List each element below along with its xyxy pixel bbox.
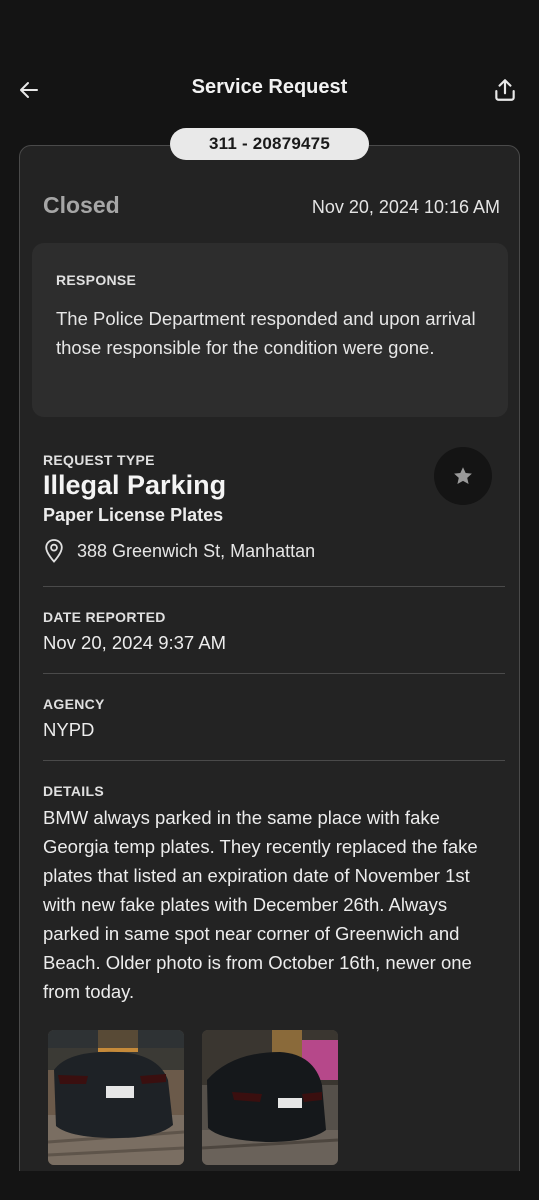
share-button[interactable] — [487, 72, 523, 108]
request-id-badge: 311 - 20879475 — [170, 128, 369, 160]
status-timestamp: Nov 20, 2024 10:16 AM — [311, 197, 500, 217]
request-type-label: REQUEST TYPE — [43, 452, 155, 468]
address-text: 388 Greenwich St, Manhattan — [77, 540, 316, 561]
location-pin-icon — [45, 539, 63, 563]
screen: Service Request 311 - 20879475 Closed No… — [0, 0, 539, 1200]
details-text: BMW always parked in the same place with… — [43, 807, 478, 1002]
page-title: Service Request — [191, 76, 348, 98]
car-photo-image — [202, 1030, 338, 1165]
request-type-title: Illegal Parking — [43, 470, 227, 500]
response-panel: RESPONSE The Police Department responded… — [32, 243, 508, 417]
date-reported-label: DATE REPORTED — [43, 609, 166, 625]
request-type-subtitle: Paper License Plates — [43, 505, 224, 525]
photo-thumbnail[interactable] — [202, 1030, 338, 1165]
response-label: RESPONSE — [56, 272, 137, 288]
divider — [43, 673, 505, 674]
address-row: 388 Greenwich St, Manhattan — [43, 538, 315, 564]
favorite-button[interactable] — [434, 447, 492, 505]
agency-label: AGENCY — [43, 696, 105, 712]
bottom-edge — [0, 1171, 539, 1200]
star-icon — [454, 467, 472, 484]
status-text: Closed — [43, 192, 120, 218]
date-reported-value: Nov 20, 2024 9:37 AM — [43, 632, 227, 653]
details-label: DETAILS — [43, 783, 104, 799]
response-text: The Police Department responded and upon… — [56, 308, 476, 358]
divider — [43, 586, 505, 587]
photo-thumbnail[interactable] — [48, 1030, 184, 1165]
share-icon — [495, 79, 515, 101]
divider — [43, 760, 505, 761]
agency-value: NYPD — [43, 719, 95, 740]
top-app-bar: Service Request — [0, 60, 539, 120]
car-photo-image — [48, 1030, 184, 1165]
